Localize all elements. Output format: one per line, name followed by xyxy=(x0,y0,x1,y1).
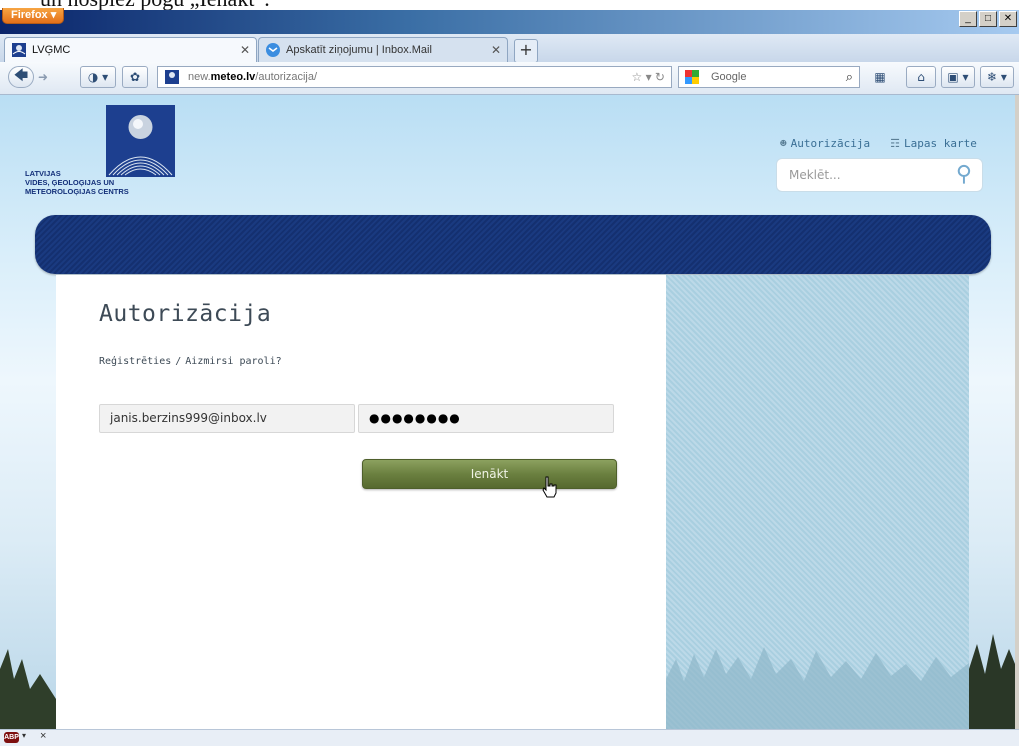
sitemap-icon: ☶ xyxy=(890,137,900,150)
tab-strip: LVĢMC ✕ Apskatīt ziņojumu | Inbox.Mail ✕… xyxy=(0,34,1019,63)
browser-search-box[interactable]: Google ⌕ xyxy=(678,66,860,88)
home-button[interactable]: ⌂ xyxy=(906,66,936,88)
home-icon: ⌂ xyxy=(917,70,925,84)
back-arrow-icon: 🡄 xyxy=(13,68,29,84)
maximize-button[interactable]: □ xyxy=(979,11,997,27)
forest-decoration xyxy=(666,647,969,729)
url-host: meteo.lv xyxy=(210,71,256,83)
mail-favicon-icon xyxy=(266,43,280,57)
sitemap-link-label: Lapas karte xyxy=(903,137,977,150)
tab-title: LVĢMC xyxy=(32,44,71,56)
caption-text: un nospiež pogu „Ienākt”. xyxy=(40,0,270,10)
bookmark-star-icon[interactable]: ☆ ▾ ↻ xyxy=(631,67,665,87)
login-content xyxy=(56,275,666,729)
firefox-menu-button[interactable]: Firefox ▾ xyxy=(2,8,64,24)
bookmarks-bar-button[interactable]: ▦ xyxy=(866,66,894,88)
site-search: ⚲ xyxy=(776,158,983,192)
page-title: Autorizācija xyxy=(99,301,272,327)
window-controls: _ □ ✕ xyxy=(959,11,1017,27)
email-field[interactable]: janis.berzins999@inbox.lv xyxy=(99,404,355,433)
adblock-menu-icon[interactable]: ▾ xyxy=(22,731,26,740)
speed-dial-icon: ◑ ▾ xyxy=(87,70,109,84)
register-link[interactable]: Reģistrēties xyxy=(99,356,171,367)
hand-cursor-icon xyxy=(542,476,557,498)
login-button[interactable]: Ienākt xyxy=(362,459,617,489)
main-navigation-bar xyxy=(35,215,991,274)
auth-link[interactable]: ☻ Autorizācija xyxy=(780,137,870,150)
tab-title: Apskatīt ziņojumu | Inbox.Mail xyxy=(286,44,432,56)
speed-dial-button[interactable]: ◑ ▾ xyxy=(80,66,116,88)
adblock-icon[interactable]: ABP xyxy=(4,732,19,743)
forward-button[interactable]: ➜ xyxy=(34,66,52,88)
tools-button[interactable]: ❄ ▾ xyxy=(980,66,1014,88)
lvgmc-favicon-icon xyxy=(12,43,26,57)
search-icon[interactable]: ⌕ xyxy=(846,67,853,87)
page-viewport: LATVIJAS VIDES, ĢEOLOĢIJAS UN METEOROLOĢ… xyxy=(0,95,1015,729)
sitemap-link[interactable]: ☶ Lapas karte xyxy=(890,137,977,150)
status-bar: ABP ▾ × xyxy=(0,729,1019,746)
close-addon-bar-icon[interactable]: × xyxy=(40,730,46,742)
forest-right-decoration xyxy=(969,634,1015,729)
auth-link-label: Autorizācija xyxy=(790,137,871,150)
back-button[interactable]: 🡄 xyxy=(8,66,34,88)
tab-close-icon[interactable]: ✕ xyxy=(491,43,501,57)
search-icon[interactable]: ⚲ xyxy=(956,162,972,187)
forward-arrow-icon: ➜ xyxy=(37,70,49,84)
link-separator: / xyxy=(175,356,182,367)
header-links: ☻ Autorizācija ☶ Lapas karte xyxy=(780,137,977,150)
forgot-password-link[interactable]: Aizmirsi paroli? xyxy=(185,356,281,367)
logo-text: LATVIJAS VIDES, ĢEOLOĢIJAS UN METEOROLOĢ… xyxy=(25,169,129,196)
minimize-button[interactable]: _ xyxy=(959,11,977,27)
site-search-input[interactable] xyxy=(787,167,941,183)
auth-links: Reģistrēties / Aizmirsi paroli? xyxy=(99,356,282,367)
addon-button[interactable]: ✿ xyxy=(122,66,148,88)
addon-icon: ✿ xyxy=(129,70,141,84)
new-tab-button[interactable]: + xyxy=(514,39,538,63)
user-icon: ☻ xyxy=(780,137,787,150)
document-caption: un nospiež pogu „Ienākt”. xyxy=(0,0,1019,10)
url-path: /autorizacija/ xyxy=(255,71,318,83)
grid-icon: ▦ xyxy=(874,70,886,84)
search-engine-label: Google xyxy=(711,71,747,83)
url-prefix: new. xyxy=(188,71,211,83)
window-icon: ▣ ▾ xyxy=(947,70,969,84)
tools-icon: ❄ ▾ xyxy=(987,70,1007,84)
forest-left-decoration xyxy=(0,649,56,729)
downloads-button[interactable]: ▣ ▾ xyxy=(941,66,975,88)
tab-inbox-mail[interactable]: Apskatīt ziņojumu | Inbox.Mail ✕ xyxy=(258,37,508,62)
tab-lvgmc[interactable]: LVĢMC ✕ xyxy=(4,37,257,62)
password-field[interactable]: ●●●●●●●● xyxy=(358,404,614,433)
tab-close-icon[interactable]: ✕ xyxy=(240,43,250,57)
google-icon xyxy=(685,70,699,84)
navigation-toolbar: 🡄 ➜ ◑ ▾ ✿ new.meteo.lv/autorizacija/ ☆ ▾… xyxy=(0,62,1019,95)
page-scrollbar[interactable] xyxy=(1015,95,1019,729)
address-bar[interactable]: new.meteo.lv/autorizacija/ ☆ ▾ ↻ xyxy=(157,66,672,88)
site-identity-icon xyxy=(165,70,179,84)
window-titlebar: Firefox ▾ _ □ ✕ xyxy=(0,8,1019,34)
close-window-button[interactable]: ✕ xyxy=(999,11,1017,27)
firefox-menu-label: Firefox xyxy=(11,9,48,21)
